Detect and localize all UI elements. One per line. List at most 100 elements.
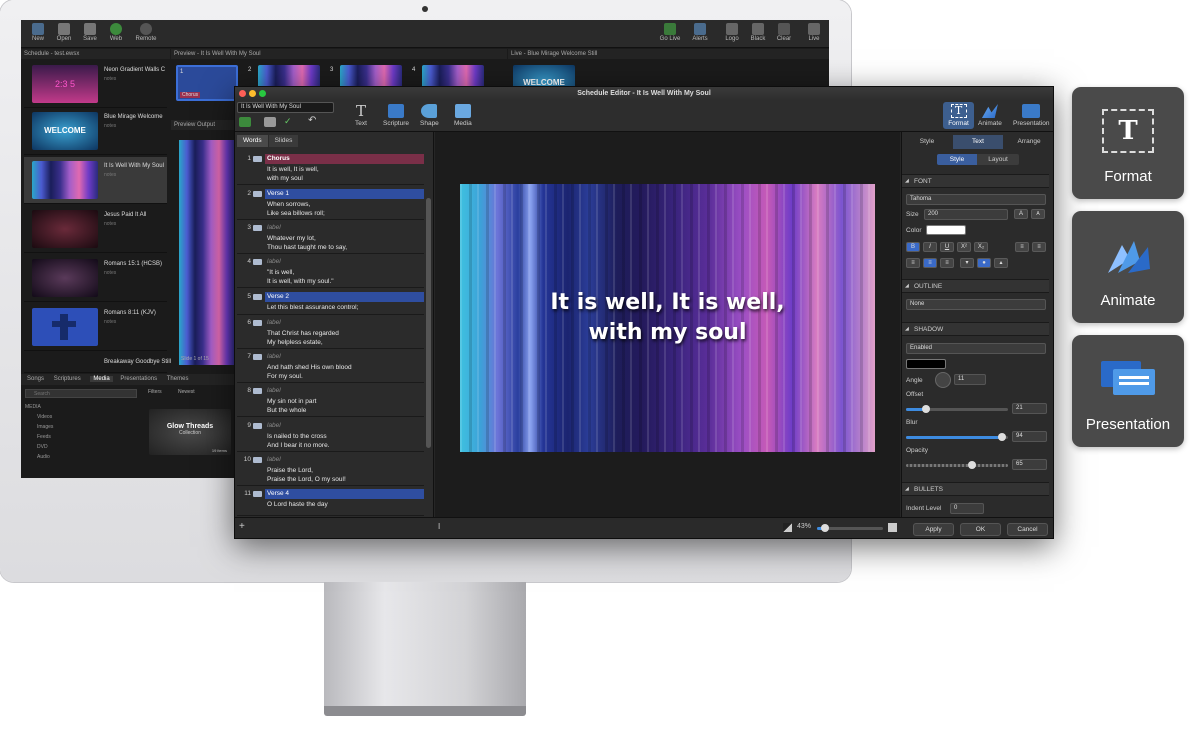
animate-tool[interactable]: Animate — [978, 104, 1002, 127]
tab-scriptures[interactable]: Scriptures — [54, 376, 81, 382]
outline-select[interactable]: None — [906, 299, 1046, 310]
schedule-item[interactable]: Jesus Paid It All notes — [24, 206, 167, 253]
font-size-select[interactable]: 200 — [924, 209, 1008, 220]
song-title-field[interactable]: It Is Well With My Soul — [237, 102, 334, 113]
subtab-style[interactable]: Style — [937, 154, 977, 165]
slide-lyric-text[interactable]: It is well, It is well, with my soul — [460, 288, 875, 348]
undo-icon[interactable]: ↶ — [308, 115, 316, 126]
animate-card[interactable]: Animate — [1072, 211, 1184, 323]
add-slide-icon[interactable] — [239, 117, 251, 127]
font-family-select[interactable]: Tahoma — [906, 194, 1046, 205]
schedule-item[interactable]: Breakaway Goodbye Still — [24, 353, 171, 373]
filters-button[interactable]: Filters — [148, 389, 162, 395]
slide-row[interactable]: 9 label Is nailed to the cross And I bear … — [237, 420, 424, 452]
minimize-button[interactable] — [249, 90, 256, 97]
schedule-item[interactable]: 2:3 5 Neon Gradient Walls C notes — [24, 61, 167, 108]
superscript-button[interactable]: X² — [957, 242, 971, 252]
opacity-slider-knob[interactable] — [968, 461, 977, 469]
tab-arrange[interactable]: Arrange — [1004, 135, 1053, 149]
slide-text[interactable]: Praise the Lord, Praise the Lord, O my s… — [267, 466, 346, 484]
slide-text[interactable]: "It is well, It is well, with my soul." — [267, 268, 334, 286]
align-right-icon[interactable]: ≡ — [940, 258, 954, 268]
increase-font-button[interactable]: A — [1014, 209, 1028, 219]
slide-row[interactable]: 6 label That Christ has regarded My helple… — [237, 317, 424, 349]
cancel-button[interactable]: Cancel — [1007, 523, 1048, 536]
slide-label[interactable]: Verse 2 — [265, 292, 424, 302]
slide-label[interactable]: Chorus — [265, 154, 424, 164]
text-cursor-icon[interactable]: I — [438, 522, 440, 531]
list-icon[interactable]: ≡ — [1015, 242, 1029, 252]
slide-row[interactable]: 11 Verse 4O Lord haste the day — [237, 488, 424, 516]
add-icon[interactable]: + — [239, 521, 245, 532]
slide-label[interactable]: label — [265, 455, 424, 465]
align-middle-icon[interactable]: ● — [977, 258, 991, 268]
offset-field[interactable]: 21 — [1012, 403, 1047, 414]
tab-presentations[interactable]: Presentations — [120, 376, 157, 382]
tab-style[interactable]: Style — [902, 135, 952, 149]
slide-row[interactable]: 10 label Praise the Lord, Praise the Lord,… — [237, 454, 424, 486]
schedule-item[interactable]: Romans 8:11 (KJV) notes — [24, 304, 167, 351]
media-images[interactable]: Images — [25, 422, 53, 432]
indent-level-field[interactable]: 0 — [950, 503, 984, 514]
align-top-icon[interactable]: ▾ — [960, 258, 974, 268]
font-color-swatch[interactable] — [926, 225, 966, 235]
opacity-field[interactable]: 65 — [1012, 459, 1047, 470]
format-tool[interactable]: T Format — [943, 102, 974, 129]
shape-tool[interactable]: Shape — [420, 104, 439, 127]
slide-label[interactable]: label — [265, 223, 424, 233]
media-thumb-glow-threads[interactable]: Glow Threads Collection 19 items — [149, 409, 231, 455]
slide-text[interactable]: Whatever my lot, Thou hast taught me to … — [267, 234, 347, 252]
media-audio[interactable]: Audio — [25, 452, 53, 462]
subtab-layout[interactable]: Layout — [977, 154, 1019, 165]
slide-row[interactable]: 1 Chorus It is well, It is well, with my s… — [237, 153, 424, 185]
media-feeds[interactable]: Feeds — [25, 432, 53, 442]
format-card[interactable]: T Format — [1072, 87, 1184, 199]
open-button[interactable]: Open — [51, 23, 77, 42]
slide-row[interactable]: 5 Verse 2 Let this blest assurance control… — [237, 291, 424, 315]
align-center-icon[interactable]: ≡ — [923, 258, 937, 268]
logo-button[interactable]: Logo — [719, 23, 745, 42]
slide-canvas[interactable]: It is well, It is well, with my soul — [460, 184, 875, 452]
schedule-item[interactable]: WELCOME Blue Mirage Welcome notes — [24, 108, 167, 155]
apply-button[interactable]: Apply — [913, 523, 954, 536]
numbered-list-icon[interactable]: ≡ — [1032, 242, 1046, 252]
slide-label[interactable]: label — [265, 421, 424, 431]
presentation-tool[interactable]: Presentation — [1013, 104, 1050, 127]
print-icon[interactable] — [264, 117, 276, 127]
live-button[interactable]: Live — [801, 23, 827, 42]
slide-list-scrollbar[interactable] — [426, 198, 431, 448]
subscript-button[interactable]: X₂ — [974, 242, 988, 252]
zoom-button[interactable] — [259, 90, 266, 97]
newest-dropdown[interactable]: Newest — [178, 389, 195, 395]
slide-row[interactable]: 2 Verse 1 When sorrows, Like sea billows r… — [237, 188, 424, 220]
slide-label[interactable]: label — [265, 352, 424, 362]
align-bottom-icon[interactable]: ▴ — [994, 258, 1008, 268]
tab-slides[interactable]: Slides — [268, 135, 299, 147]
alerts-button[interactable]: Alerts — [687, 23, 713, 42]
slide-text[interactable]: Let this blest assurance control; — [267, 303, 358, 312]
scripture-tool[interactable]: Scripture — [383, 104, 409, 127]
schedule-item[interactable]: Romans 15:1 (HCSB) notes — [24, 255, 167, 302]
opacity-slider[interactable] — [906, 461, 1008, 469]
shadow-color-swatch[interactable] — [906, 359, 946, 369]
go-live-button[interactable]: Go Live — [657, 23, 683, 42]
slide-text[interactable]: My sin not in part But the whole — [267, 397, 317, 415]
slide-text[interactable]: Is nailed to the cross And I bear it no … — [267, 432, 330, 450]
slide-row[interactable]: 3 label Whatever my lot, Thou hast taught … — [237, 222, 424, 254]
slide-label[interactable]: Verse 4 — [265, 489, 424, 499]
blur-slider[interactable] — [906, 433, 1008, 441]
ok-button[interactable]: OK — [960, 523, 1001, 536]
tab-media[interactable]: Media — [90, 376, 113, 382]
text-tool[interactable]: T Text — [353, 104, 369, 128]
slide-label[interactable]: label — [265, 257, 424, 267]
font-section-header[interactable]: FONT — [902, 174, 1049, 188]
tab-text[interactable]: Text — [953, 135, 1003, 149]
blur-field[interactable]: 94 — [1012, 431, 1047, 442]
slide-row[interactable]: 4 label "It is well, It is well, with my s… — [237, 256, 424, 288]
search-input[interactable] — [25, 389, 137, 398]
slide-row[interactable]: 8 label My sin not in part But the whole — [237, 385, 424, 417]
slide-text[interactable]: O Lord haste the day — [267, 500, 328, 509]
blur-slider-knob[interactable] — [997, 433, 1006, 441]
slide-text[interactable]: It is well, It is well, with my soul — [267, 165, 319, 183]
zoom-in-icon[interactable] — [888, 523, 897, 532]
